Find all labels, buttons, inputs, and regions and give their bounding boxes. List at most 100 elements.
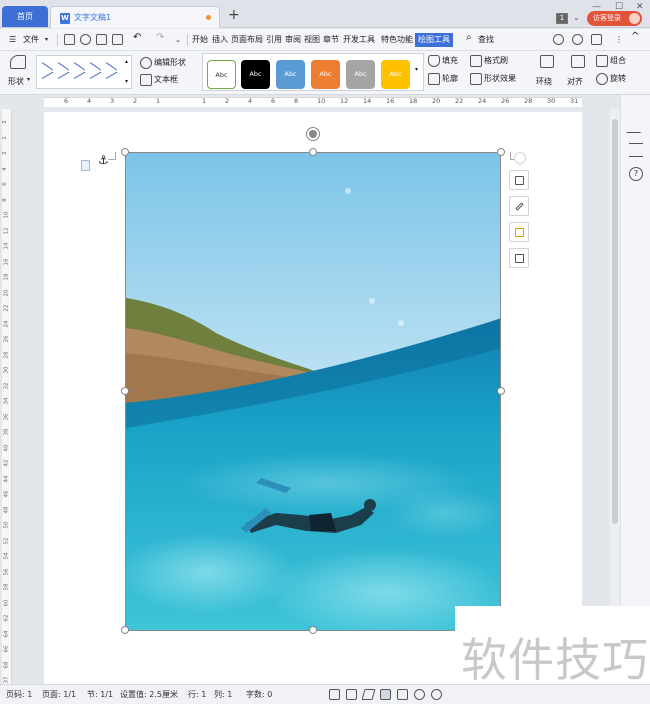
shape-dropdown-icon[interactable]: ▾ xyxy=(27,76,30,83)
style-gold[interactable]: Abc xyxy=(381,60,410,89)
double-arrow-shape-icon[interactable] xyxy=(73,62,86,71)
search-icon[interactable]: ⌕ xyxy=(465,31,473,45)
web-view-icon[interactable] xyxy=(414,689,425,700)
shape-gallery[interactable]: ▴ ▾ xyxy=(36,55,132,89)
freeform-icon[interactable] xyxy=(105,71,118,80)
style-white[interactable]: Abc xyxy=(207,60,236,89)
collapse-ribbon-icon[interactable]: ^ xyxy=(630,30,640,44)
underwater-photo[interactable] xyxy=(125,152,501,631)
align-button[interactable]: 对齐 xyxy=(567,76,583,87)
outline-icon[interactable] xyxy=(428,73,440,85)
format-brush-button[interactable]: 格式刷 xyxy=(484,55,508,66)
style-blue[interactable]: Abc xyxy=(276,60,305,89)
tab-developer[interactable]: 开发工具 xyxy=(342,33,376,47)
tab-insert[interactable]: 插入 xyxy=(211,33,229,47)
style-gray[interactable]: Abc xyxy=(346,60,375,89)
style-black[interactable]: Abc xyxy=(241,60,270,89)
home-tab[interactable]: 首页 xyxy=(2,6,48,27)
resize-handle-bottom-left[interactable] xyxy=(121,626,129,634)
share-icon[interactable] xyxy=(591,34,602,45)
layout-options-button[interactable] xyxy=(509,170,529,190)
tab-start[interactable]: 开始 xyxy=(191,33,209,47)
undo-icon[interactable]: ↶ xyxy=(132,31,142,45)
fill-button[interactable]: 填充 xyxy=(442,55,458,66)
document-tab[interactable]: W 文字文稿1 xyxy=(50,6,220,28)
page-count-badge[interactable]: 1 xyxy=(556,13,568,24)
print-preview-icon[interactable] xyxy=(112,34,123,45)
group-icon[interactable] xyxy=(596,55,608,67)
scrollbar-thumb[interactable] xyxy=(612,119,618,524)
wrap-text-button[interactable]: 环绕 xyxy=(536,76,552,87)
status-section[interactable]: 节: 1/1 xyxy=(87,689,113,700)
search-button[interactable]: 查找 xyxy=(477,33,495,47)
pen-tool-icon[interactable] xyxy=(626,119,646,133)
more-icon[interactable]: ⋮ xyxy=(614,33,624,47)
shape-label[interactable]: 形状 xyxy=(8,76,24,87)
crop-button[interactable] xyxy=(509,248,529,268)
edit-shape-button[interactable]: 编辑形状 xyxy=(154,57,186,68)
textbox-button[interactable]: 文本框 xyxy=(154,74,178,85)
vertical-scrollbar[interactable] xyxy=(610,109,620,684)
quick-access-dropdown-icon[interactable]: ⌄ xyxy=(174,33,182,47)
edit-picture-button[interactable] xyxy=(509,196,529,216)
print-icon[interactable] xyxy=(96,34,107,45)
output-icon[interactable] xyxy=(80,34,91,45)
gallery-more-icon[interactable]: ▾ xyxy=(125,78,128,85)
resize-handle-left[interactable] xyxy=(121,387,129,395)
paragraph-layout-icon[interactable] xyxy=(81,160,90,171)
resize-handle-right[interactable] xyxy=(497,387,505,395)
outline-button[interactable]: 轮廓 xyxy=(442,73,458,84)
adjust-icon[interactable] xyxy=(629,143,643,157)
help-icon[interactable]: ? xyxy=(629,167,643,181)
page-view-icon[interactable] xyxy=(380,689,391,700)
rotate-button[interactable]: 旋转 xyxy=(610,73,626,84)
curved-connector-icon[interactable] xyxy=(57,71,70,80)
rotate-icon[interactable] xyxy=(596,73,608,85)
edit-shape-icon[interactable] xyxy=(140,57,152,69)
elbow-double-arrow-icon[interactable] xyxy=(41,71,54,80)
anchor-icon[interactable]: ⚓ xyxy=(98,153,109,167)
tab-references[interactable]: 引用 xyxy=(265,33,283,47)
status-setting[interactable]: 设置值: 2.5厘米 xyxy=(120,689,178,700)
elbow-arrow-icon[interactable] xyxy=(105,62,118,71)
vertical-ruler[interactable]: 2 1 2 4 6 8 10 12 14 16 18 20 22 24 26 28 30 32 34 36 38 40 42… xyxy=(0,109,14,684)
read-mode-icon[interactable] xyxy=(346,689,357,700)
menu-file[interactable]: 文件 xyxy=(22,33,40,47)
collapse-icon[interactable] xyxy=(514,152,526,164)
cloud-sync-icon[interactable] xyxy=(553,34,564,45)
style-orange[interactable]: Abc xyxy=(311,60,340,89)
curved-arrow-icon[interactable] xyxy=(73,71,86,80)
file-dropdown-icon[interactable]: ▾ xyxy=(44,33,49,47)
tab-drawing-tools[interactable]: 绘图工具 xyxy=(415,33,453,47)
resize-handle-bottom[interactable] xyxy=(309,626,317,634)
fill-icon[interactable] xyxy=(428,55,440,67)
resize-handle-top-right[interactable] xyxy=(497,148,505,156)
save-icon[interactable] xyxy=(64,34,75,45)
tab-view[interactable]: 视图 xyxy=(303,33,321,47)
shape-effect-icon[interactable] xyxy=(470,73,482,85)
collaborate-icon[interactable] xyxy=(572,34,583,45)
status-word-count[interactable]: 字数: 0 xyxy=(246,689,272,700)
fullscreen-icon[interactable] xyxy=(329,689,340,700)
tab-review[interactable]: 审阅 xyxy=(284,33,302,47)
new-tab-button[interactable]: + xyxy=(228,5,240,25)
elbow-connector-icon[interactable] xyxy=(89,62,102,71)
fill-picture-button[interactable] xyxy=(509,222,529,242)
status-row[interactable]: 行: 1 xyxy=(188,689,206,700)
line-shape-icon[interactable] xyxy=(41,62,54,71)
horizontal-ruler[interactable]: 6 4 3 2 1 1 2 4 6 8 10 12 14 16 18 20 22 24 26 28 30 31 xyxy=(0,95,650,109)
tab-page-layout[interactable]: 页面布局 xyxy=(230,33,264,47)
gallery-scroll-up-icon[interactable]: ▴ xyxy=(125,58,128,65)
visitor-login-button[interactable]: 访客登录 xyxy=(587,11,642,26)
wrap-text-icon[interactable] xyxy=(540,55,554,68)
outline-view-icon[interactable] xyxy=(397,689,408,700)
eye-protection-icon[interactable] xyxy=(431,689,442,700)
resize-handle-top-left[interactable] xyxy=(121,148,129,156)
status-pages[interactable]: 页面: 1/1 xyxy=(42,689,76,700)
redo-icon[interactable]: ↷ xyxy=(155,31,165,45)
status-page-number[interactable]: 页码: 1 xyxy=(6,689,32,700)
textbox-icon[interactable] xyxy=(140,74,152,86)
align-icon[interactable] xyxy=(571,55,585,68)
group-button[interactable]: 组合 xyxy=(610,55,626,66)
tab-chapter[interactable]: 章节 xyxy=(322,33,340,47)
